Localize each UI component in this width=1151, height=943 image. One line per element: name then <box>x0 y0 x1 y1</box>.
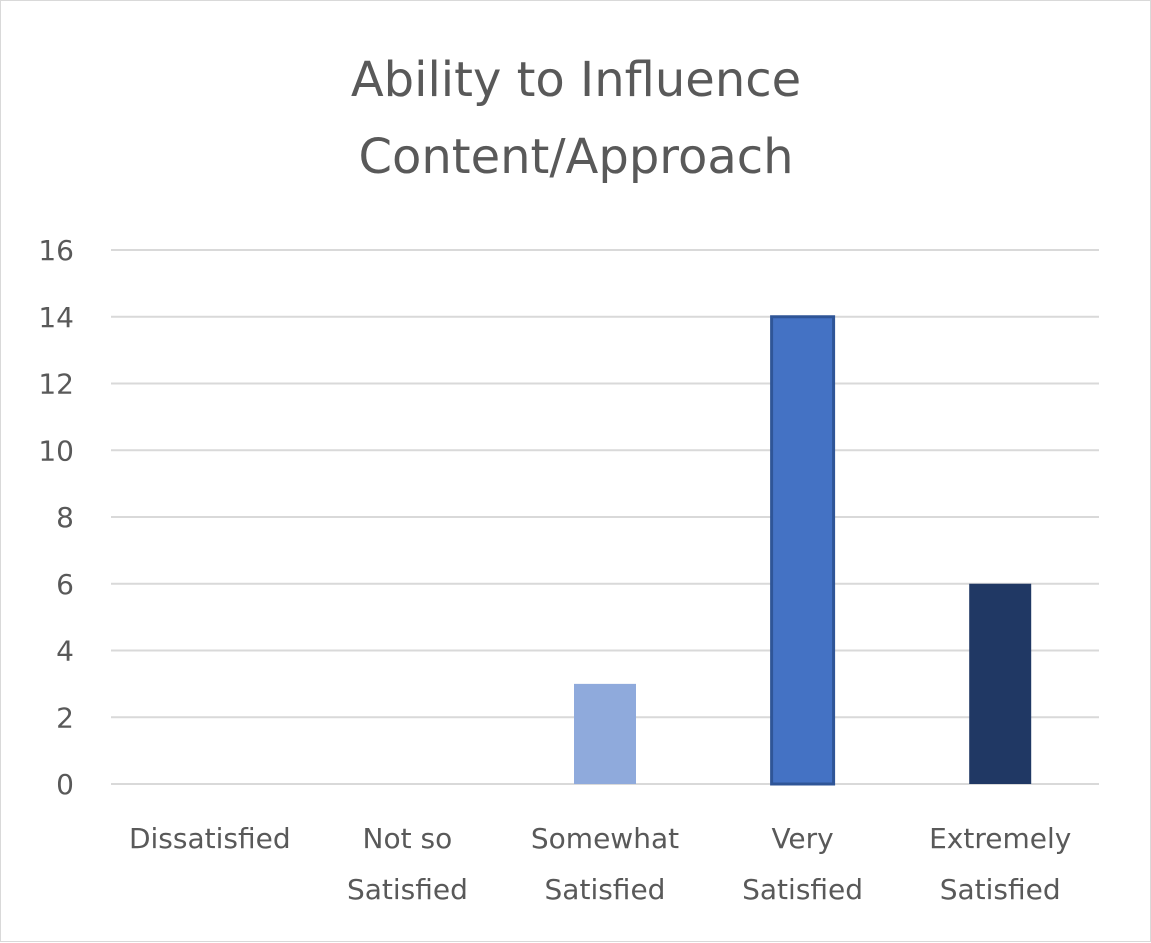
x-category-label-line: Satisfied <box>347 873 468 906</box>
y-axis-tick-labels: 0 2 4 6 8 10 12 14 16 <box>38 234 74 801</box>
bar-somewhat-satisfied <box>574 683 636 784</box>
x-category-label: Somewhat Satisfied <box>531 822 679 906</box>
x-category-label-line: Not so <box>363 822 453 855</box>
x-category-label: Not so Satisfied <box>347 822 468 906</box>
y-tick-label: 8 <box>56 501 74 534</box>
y-tick-label: 0 <box>56 768 74 801</box>
chart-title-line-2: Content/Approach <box>358 129 793 185</box>
x-category-label-line: Dissatisfied <box>129 822 291 855</box>
y-tick-label: 6 <box>56 568 74 601</box>
x-category-label-line: Satisfied <box>940 873 1061 906</box>
y-tick-label: 2 <box>56 701 74 734</box>
x-category-label-line: Extremely <box>929 822 1071 855</box>
bar-very-satisfied <box>770 315 836 786</box>
bar-extremely-satisfied <box>969 583 1032 784</box>
x-category-label-line: Somewhat <box>531 822 679 855</box>
x-category-label-line: Satisfied <box>545 873 666 906</box>
y-tick-label: 12 <box>38 368 74 401</box>
x-category-label-line: Very <box>771 822 833 855</box>
y-tick-label: 14 <box>38 301 74 334</box>
chart-area: Ability to Influence Content/Approach 0 2… <box>0 0 1151 942</box>
y-tick-label: 10 <box>38 434 74 467</box>
x-category-label-line: Satisfied <box>742 873 863 906</box>
chart-title-line-1: Ability to Influence <box>351 52 801 108</box>
chart-title: Ability to Influence Content/Approach <box>351 52 801 185</box>
x-category-label: Extremely Satisfied <box>929 822 1071 906</box>
bar-chart: Ability to Influence Content/Approach 0 2… <box>38 52 1099 906</box>
y-tick-label: 4 <box>56 635 74 668</box>
x-category-label: Very Satisfied <box>742 822 863 906</box>
x-axis-category-labels: Dissatisfied Not so Satisfied Somewhat Satis… <box>129 822 1071 906</box>
y-tick-label: 16 <box>38 234 74 267</box>
bars <box>574 315 1032 786</box>
x-category-label: Dissatisfied <box>129 822 291 855</box>
